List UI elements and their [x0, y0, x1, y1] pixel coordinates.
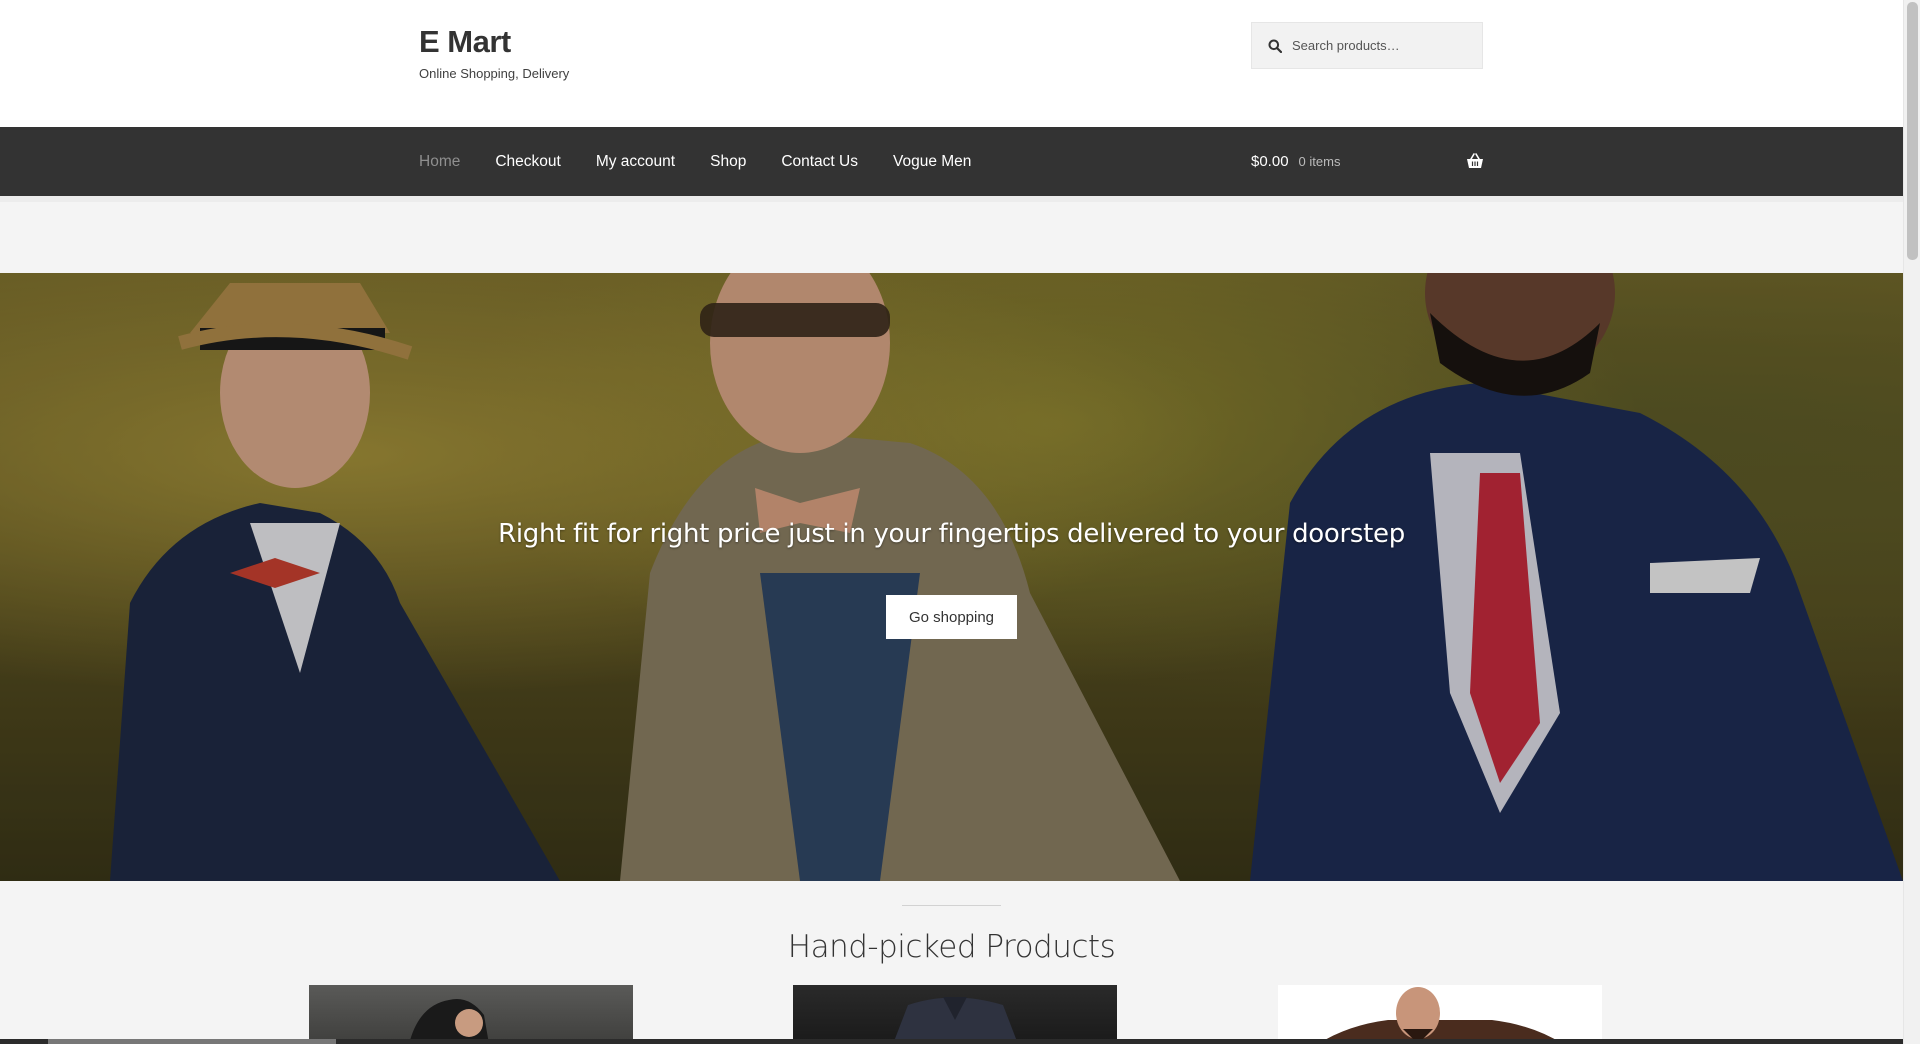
primary-navigation: Home Checkout My account Shop Contact Us…: [0, 127, 1903, 196]
header-spacer: [0, 196, 1903, 273]
product-card[interactable]: [793, 985, 1117, 1044]
site-tagline: Online Shopping, Delivery: [419, 66, 570, 81]
product-card[interactable]: [309, 985, 633, 1044]
product-card[interactable]: [1278, 985, 1602, 1044]
search-icon: [1268, 39, 1283, 53]
nav-item-contact-us[interactable]: Contact Us: [781, 153, 858, 171]
nav-item-my-account[interactable]: My account: [596, 153, 675, 171]
nav-item-home[interactable]: Home: [419, 153, 460, 171]
section-title: Hand-picked Products: [787, 929, 1116, 965]
vertical-scrollbar[interactable]: [1903, 0, 1920, 1044]
scrollbar-thumb[interactable]: [1907, 2, 1918, 260]
product-image[interactable]: [793, 985, 1117, 1044]
go-shopping-button[interactable]: Go shopping: [886, 595, 1017, 639]
nav-item-shop[interactable]: Shop: [710, 153, 746, 171]
cart-item-count: 0 items: [1298, 154, 1341, 169]
product-search[interactable]: [1251, 22, 1483, 69]
nav-item-vogue-men[interactable]: Vogue Men: [893, 153, 971, 171]
section-divider: [902, 905, 1001, 906]
cart-summary[interactable]: $0.00 0 items: [1251, 127, 1484, 196]
search-input[interactable]: [1292, 38, 1472, 53]
cart-amount: $0.00: [1251, 153, 1289, 170]
hero-overlay: [0, 273, 1903, 881]
site-header: E Mart Online Shopping, Delivery: [0, 0, 1903, 127]
nav-menu: Home Checkout My account Shop Contact Us…: [419, 127, 1006, 196]
site-branding: E Mart Online Shopping, Delivery: [419, 22, 569, 81]
horizontal-scrollbar-thumb[interactable]: [48, 1039, 336, 1044]
nav-item-checkout[interactable]: Checkout: [495, 153, 560, 171]
hero-banner: Right fit for right price just in your f…: [0, 273, 1903, 881]
product-image[interactable]: [309, 985, 633, 1044]
hero-heading: Right fit for right price just in your f…: [498, 519, 1405, 549]
basket-icon[interactable]: [1466, 153, 1484, 169]
site-title-link[interactable]: E Mart: [419, 22, 569, 62]
product-image[interactable]: [1278, 985, 1602, 1044]
horizontal-scrollbar[interactable]: [0, 1039, 1903, 1044]
